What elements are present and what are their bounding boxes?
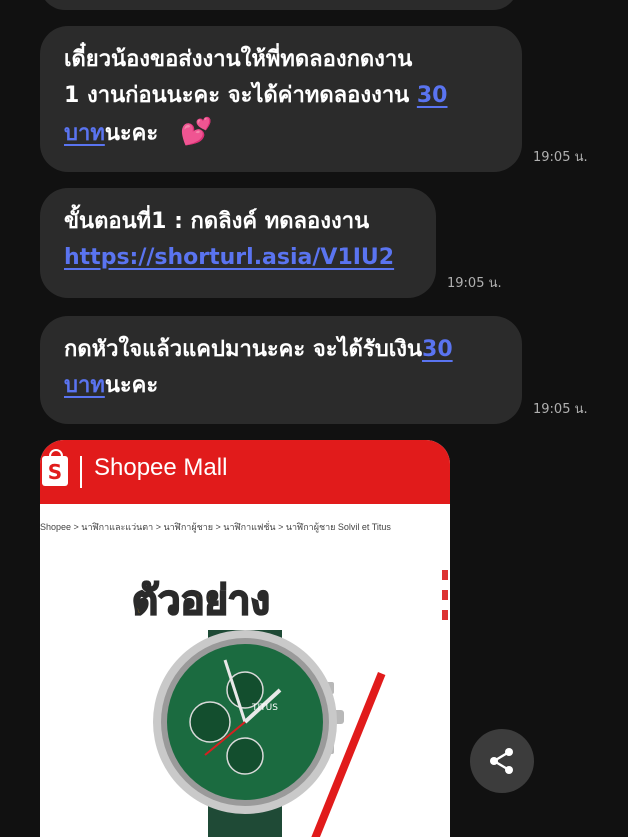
previous-message-bubble xyxy=(40,0,518,10)
shopee-mall-brand: Shopee Mall xyxy=(94,454,228,481)
watch-dial-brand: TITUS xyxy=(251,703,278,713)
shared-image-message[interactable]: S Shopee Mall Shopee > นาฬิกาและแว่นตา >… xyxy=(40,440,450,837)
message-3-currency-link[interactable]: บาท xyxy=(64,373,105,398)
message-3-timestamp: 19:05 น. xyxy=(533,402,588,417)
share-button[interactable] xyxy=(470,729,534,793)
message-bubble-2[interactable]: ขั้นตอนที่1 : กดลิงค์ ทดลองงาน https://s… xyxy=(40,188,436,298)
message-1-line-2-text: 1 งานก่อนนะคะ จะได้ค่าทดลองงาน xyxy=(64,83,417,108)
message-1-tail: นะคะ xyxy=(104,121,159,146)
message-3-tail: นะคะ xyxy=(104,373,159,398)
message-2-line-1: ขั้นตอนที่1 : กดลิงค์ ทดลองงาน xyxy=(64,209,370,234)
message-2-timestamp: 19:05 น. xyxy=(447,276,502,291)
shopee-mall-header: S Shopee Mall xyxy=(40,440,450,504)
message-3-line-1-text: กดหัวใจแล้วแคปมานะคะ จะได้รับเงิน xyxy=(64,337,423,362)
message-3-amount-link[interactable]: 30 xyxy=(422,337,453,362)
subdial-left xyxy=(189,701,231,743)
subdial-bottom xyxy=(226,737,264,775)
message-1-currency-link[interactable]: บาท xyxy=(64,121,105,146)
message-1-amount-link[interactable]: 30 xyxy=(417,83,448,108)
message-3-line-1: กดหัวใจแล้วแคปมานะคะ จะได้รับเงิน30 xyxy=(64,332,498,368)
product-breadcrumb: Shopee > นาฬิกาและแว่นตา > นาฬิกาผู้ชาย … xyxy=(40,522,391,532)
message-1-line-2: 1 งานก่อนนะคะ จะได้ค่าทดลองงาน 30 xyxy=(64,78,498,114)
header-divider xyxy=(80,456,82,488)
message-1-line-3: บาทนะคะ 💕 xyxy=(64,114,498,152)
message-bubble-1[interactable]: เดี๋ยวน้องขอส่งงานให้พี่ทดลองกดงาน 1 งาน… xyxy=(40,26,522,172)
sample-label: ตัวอย่าง xyxy=(131,577,271,625)
shopee-bag-icon: S xyxy=(42,449,68,486)
heart-emoji-icon: 💕 xyxy=(180,117,213,147)
message-1-line-1: เดี๋ยวน้องขอส่งงานให้พี่ทดลองกดงาน xyxy=(64,47,413,72)
share-icon xyxy=(490,748,513,774)
message-2-url-link[interactable]: https://shorturl.asia/V1IU2 xyxy=(64,240,412,276)
side-price-strip xyxy=(442,570,450,640)
message-1-timestamp: 19:05 น. xyxy=(533,150,588,165)
watch-image: TITUS xyxy=(153,630,344,837)
message-3-line-2: บาทนะคะ xyxy=(64,368,498,404)
message-bubble-3[interactable]: กดหัวใจแล้วแคปมานะคะ จะได้รับเงิน30 บาทน… xyxy=(40,316,522,424)
